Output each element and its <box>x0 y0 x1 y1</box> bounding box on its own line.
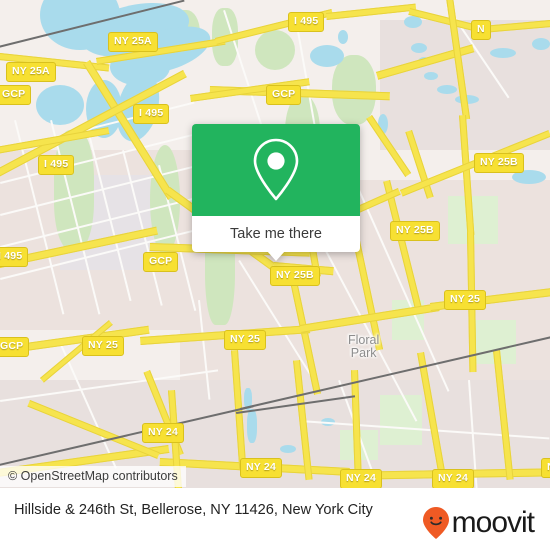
road-shield: NY 24 <box>142 423 184 443</box>
map-water-body <box>411 43 427 53</box>
road-shield: GCP <box>266 85 302 105</box>
map-pin-icon <box>253 138 299 201</box>
road-shield: NY 24 <box>240 458 282 478</box>
map-water-body <box>36 85 84 125</box>
map-water-body <box>490 48 516 58</box>
map-water-body <box>310 45 344 67</box>
take-me-there-label: Take me there <box>230 226 322 242</box>
popup-footer[interactable]: Take me there <box>192 216 360 261</box>
road-shield: N <box>471 20 491 40</box>
map-water-body <box>338 30 348 44</box>
map-water-body <box>404 16 422 28</box>
road-shield: NY 25 <box>444 290 486 310</box>
osm-attribution[interactable]: © OpenStreetMap contributors <box>0 466 186 487</box>
road-shield: NY 24 <box>432 469 474 489</box>
road-shield: I 495 <box>38 155 75 175</box>
road-shield: GCP <box>0 85 32 105</box>
popup-tail <box>267 251 285 261</box>
road-shield: NY 25A <box>6 62 56 82</box>
moovit-wordmark: moovit <box>451 506 535 539</box>
road-shield: NY 25B <box>474 153 524 173</box>
place-label: Floral Park <box>348 333 380 360</box>
map-water-body <box>532 38 550 50</box>
map-water-body <box>437 85 457 94</box>
popup-header <box>192 124 360 216</box>
road-shield: I 495 <box>133 104 170 124</box>
road-shield: NY 24 <box>541 458 550 478</box>
road-shield: NY 25B <box>390 221 440 241</box>
footer-bar: Hillside & 246th St, Bellerose, NY 11426… <box>0 488 550 550</box>
map-area-park <box>255 30 295 70</box>
map-water-body <box>424 72 438 80</box>
map-screenshot: NY 25A NY 25A I 495 I 495 I 495 N GCP GCP NY 25B… <box>0 0 550 550</box>
road-shield: GCP <box>0 337 30 357</box>
map-water-body <box>280 445 296 453</box>
road-shield: NY 25 <box>82 336 124 356</box>
road-shield: NY 25A <box>108 32 158 52</box>
road-shield: NY 24 <box>340 469 382 489</box>
road-shield: NY 25B <box>270 266 320 286</box>
address-label: Hillside & 246th St, Bellerose, NY 11426… <box>14 502 373 518</box>
road-shield: I 495 <box>0 247 29 267</box>
road-shield: GCP <box>143 252 179 272</box>
road-shield: I 495 <box>288 12 325 32</box>
moovit-smiley-pin-icon <box>422 507 449 539</box>
road-shield: NY 25 <box>224 330 266 350</box>
destination-popup[interactable]: Take me there <box>192 124 360 261</box>
map-water-body <box>247 409 257 443</box>
moovit-logo[interactable]: moovit <box>421 488 550 540</box>
